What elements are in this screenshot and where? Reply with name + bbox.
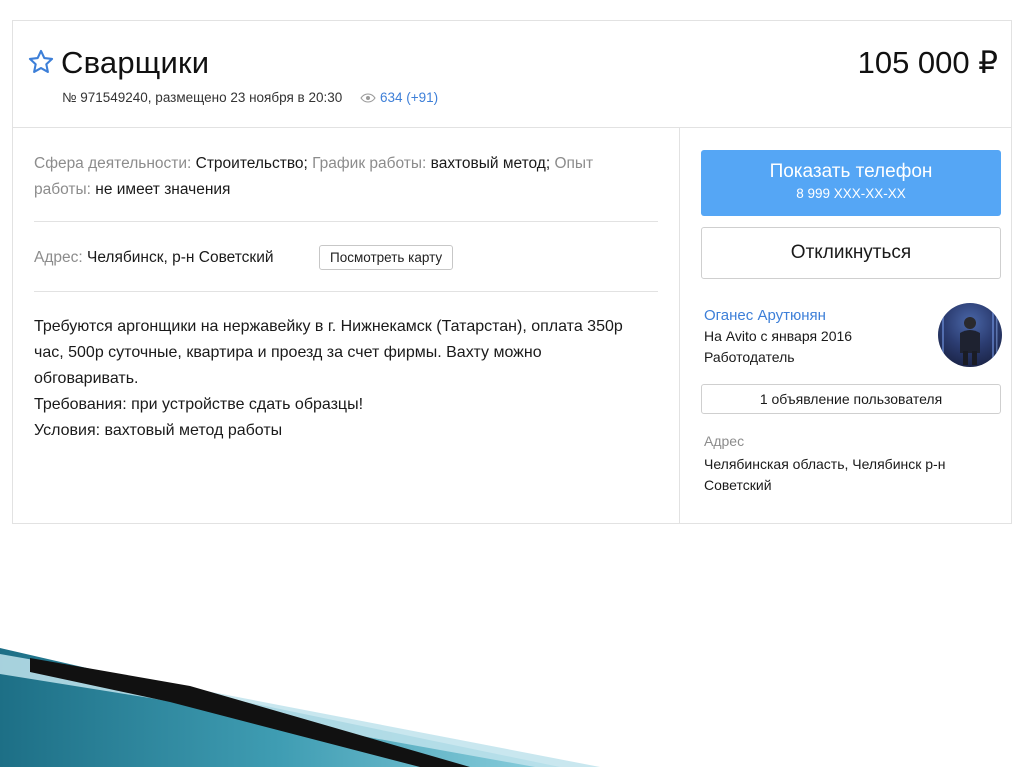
views-counter: 634 (+91): [360, 90, 438, 105]
experience-value: не имеет значения: [95, 181, 231, 198]
show-map-button[interactable]: Посмотреть карту: [319, 245, 454, 270]
schedule-value: вахтовый метод;: [430, 155, 551, 172]
seller-info: Оганес Арутюнян На Avito с января 2016 Р…: [704, 305, 852, 368]
listing-meta: № 971549240, размещено 23 ноября в 20:30…: [62, 90, 438, 105]
phone-number: 8 999 XXX-XX-XX: [796, 186, 906, 201]
sidebar-address-value: Челябинская область, Челябинск р-н Совет…: [704, 456, 946, 493]
description-line: Условия: вахтовый метод работы: [34, 422, 283, 439]
avatar[interactable]: [938, 303, 1002, 367]
seller-since: На Avito с января 2016: [704, 328, 853, 344]
listing-header: Сварщики № 971549240, размещено 23 ноябр…: [13, 21, 1011, 128]
star-icon[interactable]: [27, 48, 55, 76]
divider: [34, 291, 658, 292]
seller-type: Работодатель: [704, 349, 795, 365]
listing-card: Сварщики № 971549240, размещено 23 ноябр…: [12, 20, 1012, 524]
respond-button[interactable]: Откликнуться: [701, 227, 1001, 279]
schedule-label: График работы:: [312, 155, 427, 172]
sphere-value: Строительство;: [195, 155, 308, 172]
show-phone-label: Показать телефон: [769, 161, 933, 182]
listing-price: 105 000 ₽: [857, 45, 998, 80]
listing-main: Сфера деятельности: Строительство; Графи…: [13, 127, 679, 523]
divider: [34, 221, 658, 222]
eye-icon: [360, 93, 376, 103]
address-row: Адрес: Челябинск, р-н Советский: [34, 247, 274, 269]
address-value: Челябинск, р-н Советский: [87, 249, 274, 266]
description-line: час, 500р суточные, квартира и проезд за…: [34, 344, 542, 361]
job-params: Сфера деятельности: Строительство; Графи…: [34, 151, 654, 203]
description-line: Требуются аргонщики на нержавейку в г. Н…: [34, 318, 623, 335]
slide-decoration: [0, 648, 600, 767]
listing-description: Требуются аргонщики на нержавейку в г. Н…: [34, 314, 664, 444]
show-phone-button[interactable]: Показать телефон 8 999 XXX-XX-XX: [701, 150, 1001, 216]
user-ads-button[interactable]: 1 объявление пользователя: [701, 384, 1001, 414]
seller-name[interactable]: Оганес Арутюнян: [704, 305, 852, 326]
views-count: 634 (+91): [380, 90, 439, 105]
sidebar-address-label: Адрес: [704, 433, 745, 449]
person-icon: [942, 307, 998, 365]
sphere-label: Сфера деятельности:: [34, 155, 192, 172]
listing-title: Сварщики: [61, 45, 210, 80]
description-line: Требования: при устройстве сдать образцы…: [34, 396, 364, 413]
description-line: обговаривать.: [34, 370, 139, 387]
listing-number: № 971549240, размещено 23 ноября в 20:30: [62, 90, 343, 105]
address-label: Адрес:: [34, 249, 83, 266]
listing-sidebar: Показать телефон 8 999 XXX-XX-XX Откликн…: [679, 127, 1012, 523]
